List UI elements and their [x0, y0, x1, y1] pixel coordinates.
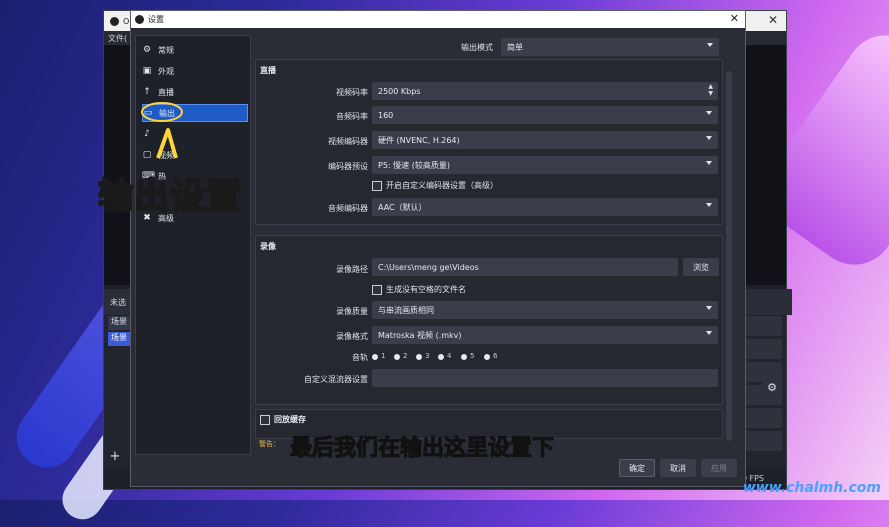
video-encoder-value: 硬件 (NVENC, H.264) [378, 135, 460, 145]
control-button[interactable] [744, 339, 782, 359]
chevron-down-icon [706, 203, 712, 207]
menu-file[interactable]: 文件( [108, 33, 127, 44]
recording-quality-value: 与串流画质相同 [378, 305, 434, 315]
muxer-settings-input[interactable] [372, 369, 718, 387]
track-radio[interactable] [461, 354, 467, 360]
stream-section: 直播 视频码率 2500 Kbps ▲ ▼ 音频码率 160 视频编码器 硬件 (… [255, 59, 723, 225]
track-label: 3 [425, 352, 430, 360]
track-label: 4 [447, 352, 452, 360]
close-icon[interactable]: ✕ [730, 12, 739, 25]
sidebar-item-stream[interactable]: ↑ 直播 [142, 84, 246, 100]
recording-section-title: 录像 [260, 242, 276, 251]
settings-content: 输出模式 简单 直播 视频码率 2500 Kbps ▲ ▼ 音频码率 160 视频… [251, 35, 735, 453]
recording-path-value: C:\Users\meng ge\Videos [378, 262, 479, 272]
chevron-down-icon [706, 161, 712, 165]
encoder-preset-select[interactable]: P5: 慢速 (较高质量) [372, 156, 718, 174]
sidebar-item-appearance[interactable]: ▣ 外观 [142, 63, 246, 79]
recording-path-label: 录像路径 [336, 265, 368, 274]
annotation-arrow [141, 102, 183, 159]
track-radio[interactable] [438, 354, 444, 360]
muxer-settings-label: 自定义混流器设置 [304, 375, 368, 384]
control-button[interactable] [744, 431, 782, 451]
track-label: 5 [470, 352, 475, 360]
control-button[interactable] [744, 408, 782, 428]
stream-section-title: 直播 [260, 66, 276, 75]
chevron-down-icon [706, 111, 712, 115]
custom-encoder-label: 开启自定义编码器设置（高级） [386, 181, 498, 190]
track-label: 6 [493, 352, 498, 360]
sidebar-item-label: 外观 [158, 66, 174, 76]
track-radio[interactable] [394, 354, 400, 360]
no-space-label: 生成没有空格的文件名 [386, 285, 466, 294]
video-bitrate-label: 视频码率 [336, 88, 368, 97]
recording-format-label: 录像格式 [336, 332, 368, 341]
recording-format-select[interactable]: Matroska 视频 (.mkv) [372, 326, 718, 344]
broadcast-icon: ↑ [143, 87, 151, 97]
spinner-icon[interactable]: ▲ ▼ [708, 83, 713, 97]
track-label: 2 [403, 352, 408, 360]
video-encoder-label: 视频编码器 [328, 137, 368, 146]
status-text: 未选 [110, 297, 126, 307]
custom-encoder-checkbox[interactable] [372, 181, 382, 191]
close-icon[interactable]: ✕ [768, 13, 778, 27]
replay-buffer-checkbox[interactable] [260, 415, 270, 425]
audio-encoder-select[interactable]: AAC（默认） [372, 198, 718, 216]
video-bitrate-value: 2500 Kbps [378, 86, 421, 96]
audio-tracks-label: 音轨 [352, 353, 368, 362]
track-label: 1 [381, 352, 386, 360]
chevron-down-icon [706, 331, 712, 335]
watermark: www.chalmh.com [742, 480, 881, 496]
control-button[interactable] [744, 316, 782, 336]
track-radio[interactable] [372, 354, 378, 360]
video-encoder-select[interactable]: 硬件 (NVENC, H.264) [372, 131, 718, 149]
dialog-titlebar: 设置 [131, 11, 745, 28]
no-space-checkbox[interactable] [372, 285, 382, 295]
palette-icon: ▣ [142, 66, 152, 76]
recording-path-input[interactable]: C:\Users\meng ge\Videos [372, 258, 678, 276]
recording-quality-select[interactable]: 与串流画质相同 [372, 301, 718, 319]
output-mode-value: 简单 [507, 42, 523, 52]
add-scene-button[interactable]: + [108, 450, 122, 464]
chevron-down-icon [706, 306, 712, 310]
recording-section: 录像 录像路径 C:\Users\meng ge\Videos 浏览 生成没有空… [255, 235, 723, 405]
sidebar-item-general[interactable]: ⚙ 常规 [142, 42, 246, 58]
chevron-down-icon [706, 136, 712, 140]
sidebar-item-label: 直播 [158, 87, 174, 97]
video-caption: 最后我们在输出这里设置下 [289, 436, 555, 462]
audio-encoder-label: 音频编码器 [328, 204, 368, 213]
audio-encoder-value: AAC（默认） [378, 202, 427, 212]
dialog-title: 设置 [148, 15, 164, 24]
output-mode-select[interactable]: 简单 [501, 38, 719, 56]
cancel-button[interactable]: 取消 [660, 459, 696, 477]
browse-button[interactable]: 浏览 [683, 258, 719, 276]
output-mode-label: 输出模式 [461, 43, 493, 52]
settings-dialog: 设置 ✕ ⚙ 常规 ▣ 外观 ↑ 直播 ▭ 输出 ♪ ▢ 视频 ⌨ 热 ✖ 高级… [130, 10, 746, 487]
recording-quality-label: 录像质量 [336, 307, 368, 316]
settings-sidebar: ⚙ 常规 ▣ 外观 ↑ 直播 ▭ 输出 ♪ ▢ 视频 ⌨ 热 ✖ 高级 [135, 35, 251, 455]
gear-icon: ⚙ [142, 45, 152, 55]
apply-button[interactable]: 应用 [701, 459, 737, 477]
encoder-preset-label: 编码器预设 [328, 162, 368, 171]
replay-buffer-title: 回放缓存 [274, 415, 306, 424]
track-radio[interactable] [416, 354, 422, 360]
sidebar-item-label: 常规 [158, 45, 174, 55]
obs-logo-icon [135, 15, 144, 24]
chevron-down-icon [707, 43, 713, 47]
track-radio[interactable] [484, 354, 490, 360]
obs-title: O [123, 16, 130, 26]
recording-format-value: Matroska 视频 (.mkv) [378, 330, 462, 340]
settings-scrollbar[interactable] [726, 71, 732, 441]
gear-icon[interactable]: ⚙ [762, 378, 782, 398]
audio-bitrate-value: 160 [378, 110, 394, 120]
video-bitrate-input[interactable]: 2500 Kbps ▲ ▼ [372, 82, 718, 100]
audio-bitrate-label: 音频码率 [336, 112, 368, 121]
audio-bitrate-select[interactable]: 160 [372, 106, 718, 124]
warning-text: 警告： [259, 440, 280, 448]
obs-logo-icon [110, 16, 119, 26]
ok-button[interactable]: 确定 [619, 459, 655, 477]
encoder-preset-value: P5: 慢速 (较高质量) [378, 160, 450, 170]
